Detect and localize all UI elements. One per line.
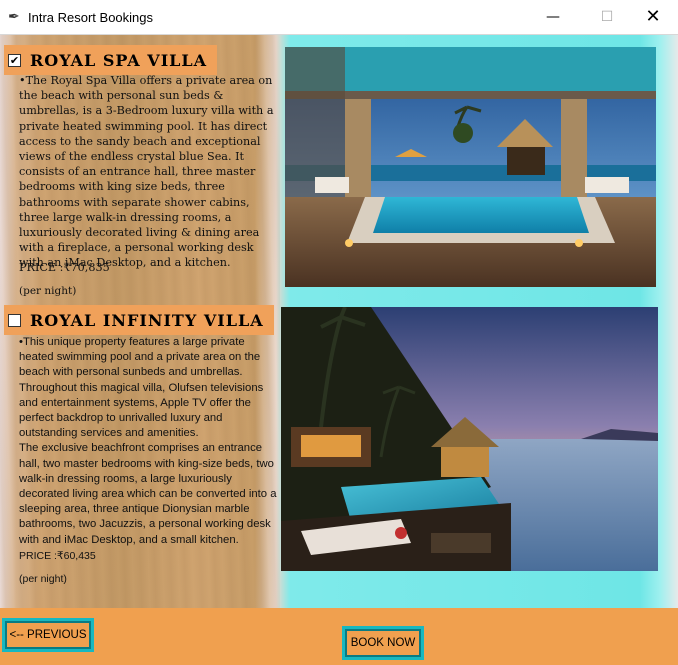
villa-checkbox-spa[interactable]: ✔: [8, 53, 21, 67]
villa-header-infinity: ROYAL INFINITY VILLA: [4, 305, 274, 335]
window-title: Intra Resort Bookings: [28, 10, 154, 25]
villa-description: •The Royal Spa Villa offers a private ar…: [19, 74, 274, 270]
minimize-button[interactable]: —: [530, 4, 576, 30]
feather-icon: ✒: [8, 9, 20, 25]
villa-name: ROYAL INFINITY VILLA: [30, 310, 264, 330]
villa-content-panel: ✔ ROYAL SPA VILLA •The Royal Spa Villa o…: [0, 35, 678, 608]
villa-photo-infinity: [281, 307, 658, 571]
villa-name: ROYAL SPA VILLA: [30, 50, 208, 70]
title-bar: ✒ Intra Resort Bookings — ☐ ✕: [0, 0, 678, 35]
book-now-button[interactable]: BOOK NOW: [342, 626, 424, 660]
per-night-label: (per night): [19, 285, 77, 297]
villa-price: PRICE :₹60,435: [19, 550, 96, 562]
per-night-label: (per night): [19, 573, 67, 585]
close-button[interactable]: ✕: [630, 4, 676, 30]
previous-button[interactable]: <-- PREVIOUS: [2, 618, 94, 652]
villa-photo-spa: [285, 47, 656, 287]
footer-bar: <-- PREVIOUS BOOK NOW: [0, 608, 678, 665]
villa-description: •This unique property features a large p…: [19, 336, 277, 546]
villa-header-spa: ✔ ROYAL SPA VILLA: [4, 45, 218, 75]
maximize-button[interactable]: ☐: [584, 4, 630, 30]
villa-price: PRICE :₹70,835: [19, 261, 110, 274]
villa-checkbox-infinity[interactable]: [8, 313, 21, 327]
